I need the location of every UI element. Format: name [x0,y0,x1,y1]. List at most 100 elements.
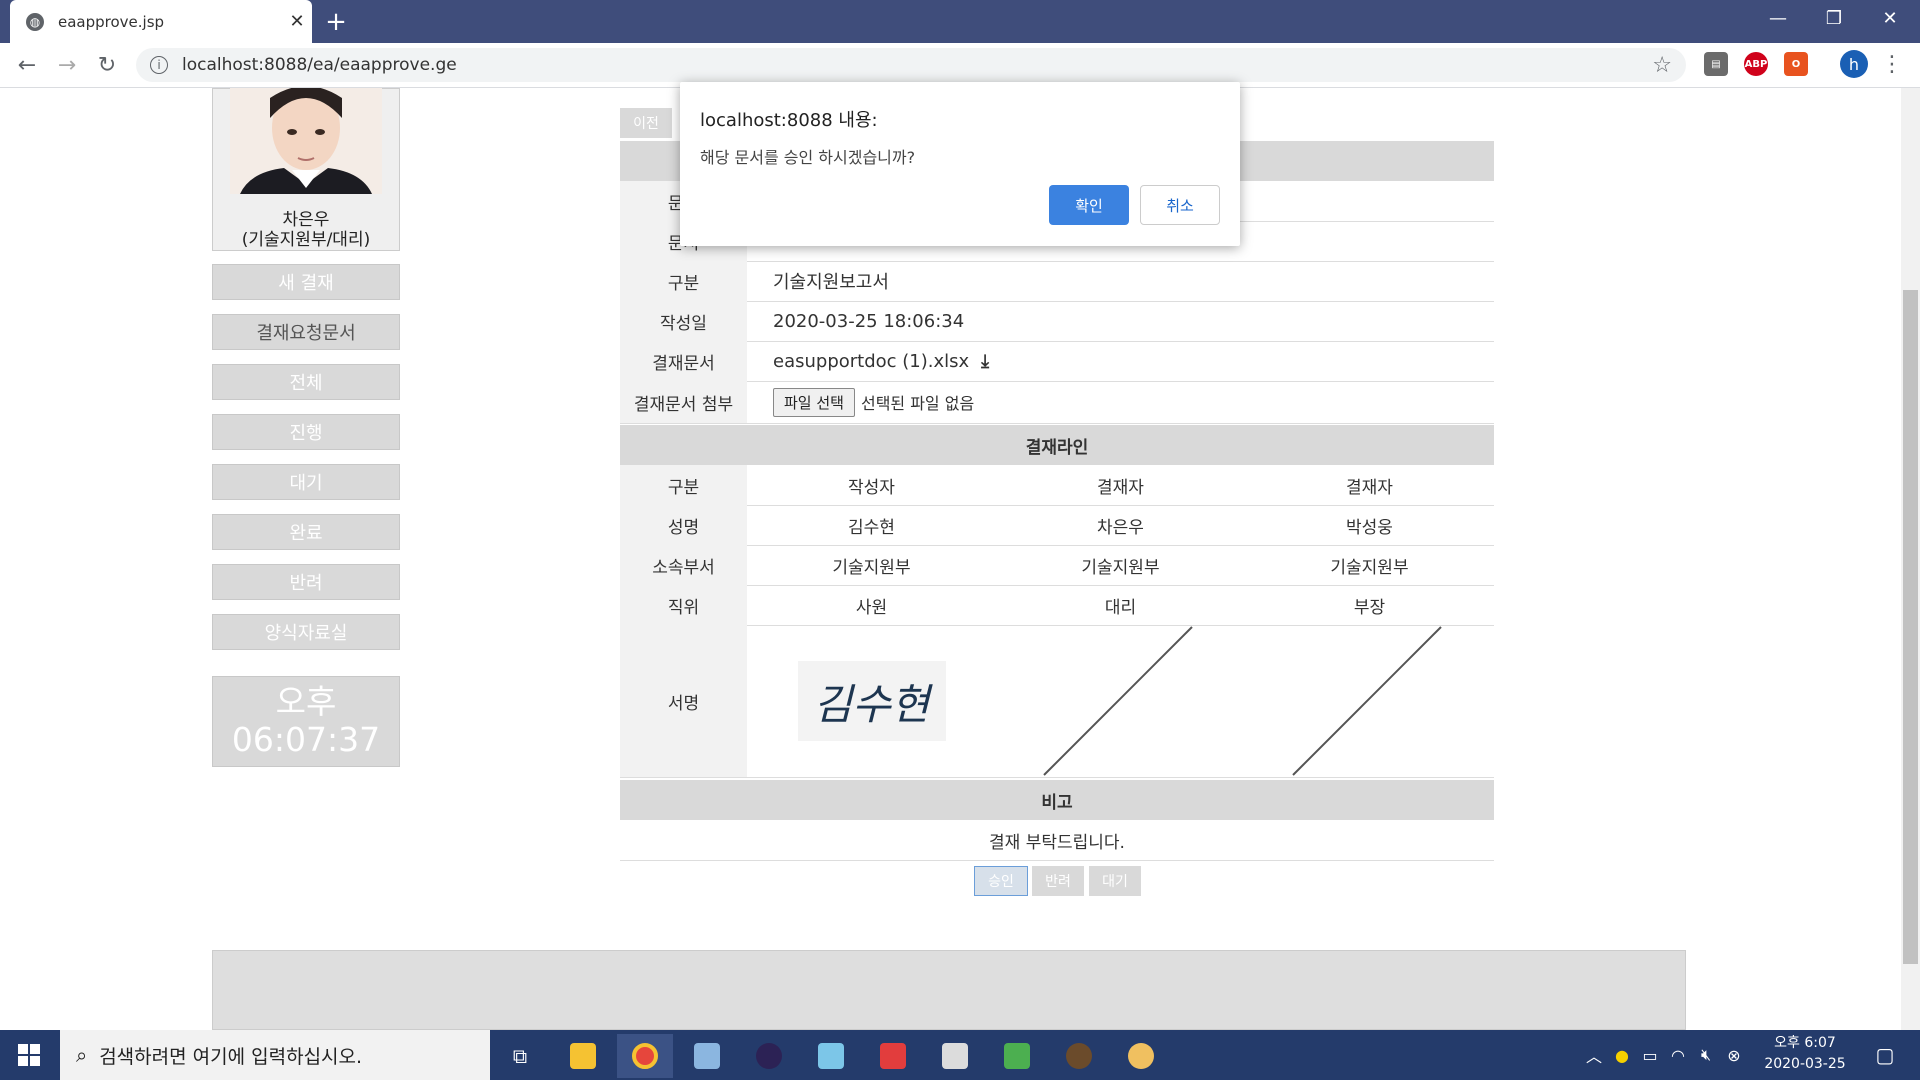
download-icon[interactable]: ⤓ [981,351,989,372]
clock-time: 06:07:37 [231,720,381,759]
file-select-status: 선택된 파일 없음 [860,394,975,413]
signature-image: 김수현 [797,661,946,741]
taskbar-time: 오후 6:07 [1774,1035,1836,1051]
approval-row-position: 직위 사원 대리 부장 [620,585,1494,626]
chat-icon[interactable]: ● [1608,1046,1636,1065]
settings-gear-icon[interactable] [1051,1034,1107,1078]
file-explorer-icon[interactable] [555,1034,611,1078]
empty-signature-slash [1043,626,1193,776]
sidebar-clock: 오후 06:07:37 [212,676,400,767]
chrome-icon[interactable] [617,1034,673,1078]
battery-icon[interactable]: ▭ [1636,1046,1664,1065]
extension-icon[interactable]: ▤ [1704,52,1728,76]
wait-button[interactable]: 대기 [1089,866,1141,896]
address-bar[interactable]: i localhost:8088/ea/eaapprove.ge ☆ [136,48,1686,82]
confirm-ok-button[interactable]: 확인 [1049,185,1129,225]
dialog-title: localhost:8088 내용: [700,110,878,131]
file-link[interactable]: easupportdoc (1).xlsx [773,351,969,372]
menu-new-approval[interactable]: 새 결재 [212,264,400,300]
star-icon[interactable]: ☆ [1652,53,1672,78]
approval-row-role: 구분 작성자 결재자 결재자 [620,465,1494,506]
signature-cell-approver-2 [1245,625,1494,777]
user-dept: (기술지원부/대리) [241,230,371,250]
browser-tab[interactable]: ◍ eaapprove.jsp ✕ [10,0,312,43]
database-icon[interactable] [679,1034,735,1078]
row-label-signature: 서명 [620,625,747,777]
remarks-text: 결재 부탁드립니다. [620,820,1494,861]
menu-form-library[interactable]: 양식자료실 [212,614,400,650]
taskbar-clock[interactable]: 오후 6:07 2020-03-25 [1740,1033,1870,1075]
adblock-icon[interactable]: ABP [1744,52,1768,76]
reload-button[interactable]: ↻ [92,50,122,80]
position-cell: 부장 [1353,597,1386,618]
restore-button[interactable]: ❐ [1806,0,1862,36]
attach-row: 결재문서 첨부 파일 선택 선택된 파일 없음 [620,381,1494,424]
role-cell: 결재자 [1097,477,1144,498]
new-tab-button[interactable]: + [318,4,354,40]
profile-avatar[interactable]: h [1840,50,1868,78]
media-app-icon[interactable] [989,1034,1045,1078]
task-view-icon[interactable]: ⧉ [492,1034,548,1078]
menu-request-docs[interactable]: 결재요청문서 [212,314,400,350]
approval-line-header: 결재라인 [620,425,1494,465]
role-cell: 작성자 [848,477,895,498]
notification-icon[interactable]: ▢ [1870,1040,1900,1070]
dept-cell: 기술지원부 [1330,557,1409,578]
approval-row-name: 성명 김수현 차은우 박성웅 [620,505,1494,546]
search-icon: ⌕ [76,1043,88,1067]
position-cell: 사원 [855,597,888,618]
file-cell: easupportdoc (1).xlsx ⤓ [747,341,1494,381]
dept-cell: 기술지원부 [1081,557,1160,578]
forward-button[interactable]: → [52,50,82,80]
volume-muted-icon[interactable]: 🔇︎ [1692,1045,1720,1065]
confirm-cancel-button[interactable]: 취소 [1140,185,1220,225]
file-row: 결재문서 easupportdoc (1).xlsx ⤓ [620,341,1494,382]
date-value: 2020-03-25 18:06:34 [773,310,965,332]
signature-cell-approver-1 [996,625,1245,777]
close-tab-icon[interactable]: ✕ [282,11,312,32]
file-select-button[interactable]: 파일 선택 [773,387,855,417]
chevron-up-icon[interactable]: ︿ [1580,1043,1608,1067]
dialog-message: 해당 문서를 승인 하시겠습니까? [700,148,916,167]
confirm-dialog: localhost:8088 내용: 해당 문서를 승인 하시겠습니까? 확인 … [680,82,1240,246]
type-row: 구분 기술지원보고서 [620,261,1494,302]
page-footer [212,950,1686,1030]
profile-photo [230,88,382,194]
menu-waiting[interactable]: 대기 [212,464,400,500]
remarks-header: 비고 [620,780,1494,820]
type-value: 기술지원보고서 [773,272,889,293]
name-cell: 김수현 [848,517,895,538]
windows-icon [18,1044,40,1066]
menu-in-progress[interactable]: 진행 [212,414,400,450]
prev-button[interactable]: 이전 [620,108,672,138]
more-menu-icon[interactable]: ⋮ [1880,50,1904,78]
dept-cell: 기술지원부 [832,557,911,578]
user-name: 차은우 [282,210,330,230]
wifi-icon[interactable]: ◠ [1664,1046,1692,1065]
approval-row-signature: 서명 김수현 [620,625,1494,778]
info-icon[interactable]: i [150,56,168,74]
office-icon[interactable]: O [1784,52,1808,76]
paint-palette-icon[interactable] [1113,1034,1169,1078]
date-row: 작성일 2020-03-25 18:06:34 [620,301,1494,342]
attach-label: 결재문서 첨부 [620,381,747,423]
menu-rejected[interactable]: 반려 [212,564,400,600]
remote-desktop-icon[interactable] [927,1034,983,1078]
menu-completed[interactable]: 완료 [212,514,400,550]
reject-button[interactable]: 반려 [1032,866,1084,896]
globe-icon: ◍ [26,12,44,31]
close-window-button[interactable]: ✕ [1862,0,1918,36]
minimize-button[interactable]: — [1750,0,1806,36]
scrollbar-thumb[interactable] [1903,290,1918,964]
taskbar-search[interactable]: ⌕ 검색하려면 여기에 입력하십시오. [60,1030,490,1080]
eclipse-icon[interactable] [741,1034,797,1078]
approve-button[interactable]: 승인 [974,866,1028,896]
paint-app-icon[interactable] [865,1034,921,1078]
start-button[interactable] [0,1030,58,1080]
search-placeholder: 검색하려면 여기에 입력하십시오. [99,1045,363,1068]
notepad-icon[interactable] [803,1034,859,1078]
name-cell: 차은우 [1097,517,1144,538]
menu-all[interactable]: 전체 [212,364,400,400]
back-button[interactable]: ← [12,50,42,80]
clock-ampm: 오후 [275,682,337,721]
